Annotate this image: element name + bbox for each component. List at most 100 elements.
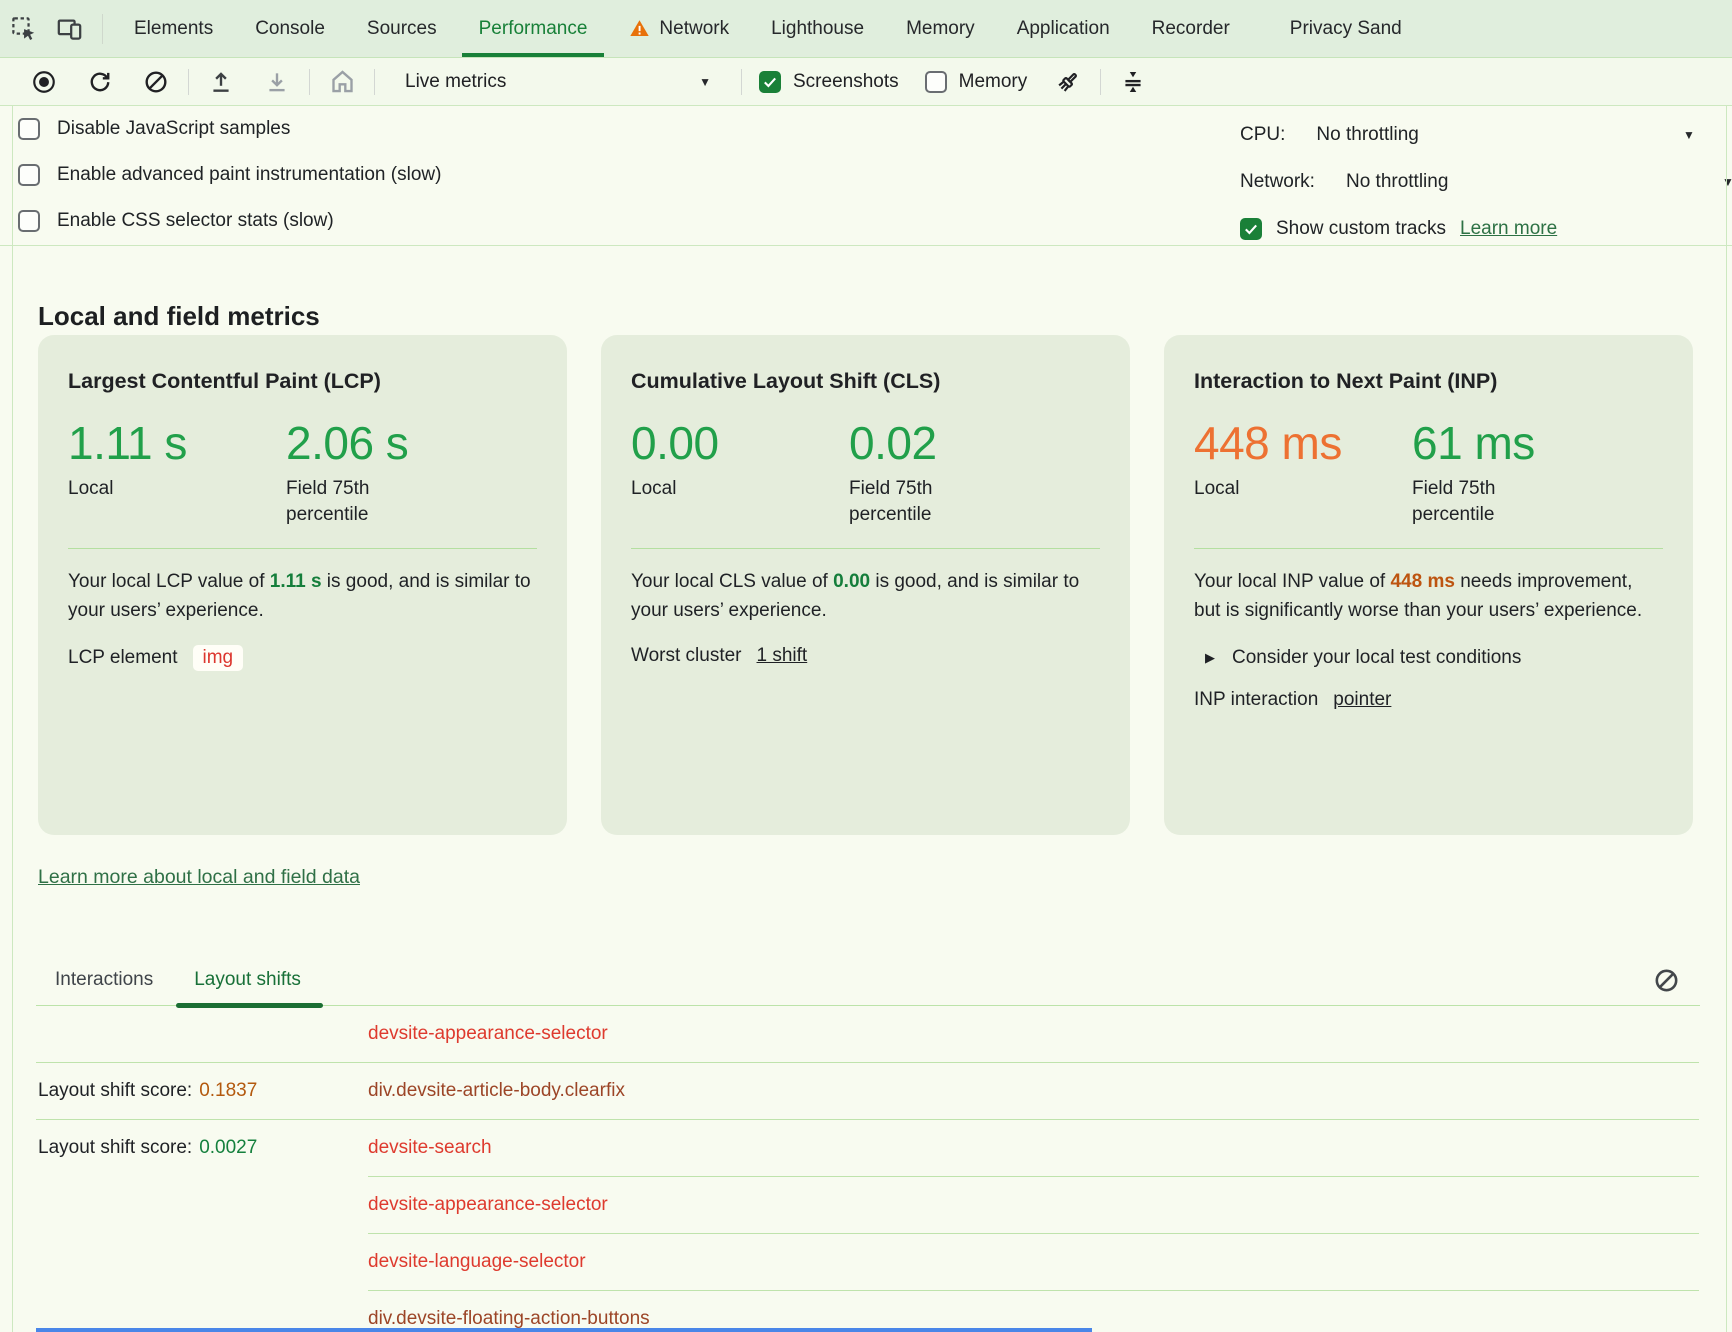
card-title: Cumulative Layout Shift (CLS) bbox=[631, 369, 1100, 394]
local-value: 1.11 s bbox=[68, 418, 286, 468]
cls-card: Cumulative Layout Shift (CLS) 0.00 Local… bbox=[601, 335, 1130, 835]
table-row[interactable]: Layout shift score: 0.0027 devsite-searc… bbox=[36, 1120, 1699, 1176]
tab-memory[interactable]: Memory bbox=[885, 0, 996, 57]
log-tabbar: Interactions Layout shifts bbox=[36, 955, 1700, 1006]
field-value-block: 0.02 Field 75th percentile bbox=[849, 418, 979, 528]
local-value-block: 448 ms Local bbox=[1194, 418, 1412, 528]
checkbox-unchecked-icon bbox=[925, 71, 947, 93]
checkbox-unchecked-icon[interactable] bbox=[18, 118, 40, 140]
chevron-down-icon: ▼ bbox=[699, 75, 711, 89]
tab-elements[interactable]: Elements bbox=[113, 0, 234, 57]
tab-console[interactable]: Console bbox=[234, 0, 346, 57]
memory-checkbox[interactable]: Memory bbox=[925, 71, 1028, 93]
performance-toolbar: Live metrics ▼ Screenshots Memory bbox=[0, 58, 1732, 106]
tab-privacy-sandbox[interactable]: Privacy Sand bbox=[1269, 0, 1423, 57]
download-profile-icon[interactable] bbox=[249, 58, 305, 105]
devtools-tabbar: Elements Console Sources Performance Net… bbox=[0, 0, 1732, 58]
learn-more-link[interactable]: Learn more bbox=[1460, 218, 1557, 240]
clear-log-icon[interactable] bbox=[1652, 966, 1680, 994]
garbage-collect-icon[interactable] bbox=[1040, 58, 1096, 105]
inspect-icon[interactable] bbox=[0, 1, 46, 57]
device-toolbar-icon[interactable] bbox=[46, 1, 92, 57]
field-value-block: 61 ms Field 75th percentile bbox=[1412, 418, 1542, 528]
metric-cards: Largest Contentful Paint (LCP) 1.11 s Lo… bbox=[38, 335, 1693, 835]
table-row[interactable]: devsite-appearance-selector bbox=[36, 1006, 1699, 1062]
worst-cluster-link[interactable]: 1 shift bbox=[757, 645, 808, 667]
card-title: Interaction to Next Paint (INP) bbox=[1194, 369, 1663, 394]
shift-element-link[interactable]: devsite-appearance-selector bbox=[368, 1023, 608, 1045]
reload-record-button[interactable] bbox=[72, 58, 128, 105]
field-value-block: 2.06 s Field 75th percentile bbox=[286, 418, 416, 528]
divider bbox=[741, 69, 742, 95]
lcp-element-link[interactable]: img bbox=[193, 645, 244, 671]
panel-mode-select[interactable]: Live metrics ▼ bbox=[379, 71, 737, 93]
tab-sources[interactable]: Sources bbox=[346, 0, 458, 57]
tab-performance[interactable]: Performance bbox=[458, 0, 609, 57]
tab-interactions[interactable]: Interactions bbox=[55, 955, 153, 1005]
tab-network[interactable]: Network bbox=[608, 0, 750, 57]
chevron-down-icon[interactable]: ▼ bbox=[1683, 128, 1695, 142]
home-icon[interactable] bbox=[314, 58, 370, 105]
clear-button[interactable] bbox=[128, 58, 184, 105]
warning-icon bbox=[629, 18, 650, 39]
checkbox-checked-icon bbox=[759, 71, 781, 93]
card-divider bbox=[631, 548, 1100, 549]
card-title: Largest Contentful Paint (LCP) bbox=[68, 369, 537, 394]
divider bbox=[374, 69, 375, 95]
local-value-block: 1.11 s Local bbox=[68, 418, 286, 528]
checkbox-unchecked-icon[interactable] bbox=[18, 210, 40, 232]
show-custom-tracks-checkbox[interactable]: Show custom tracks Learn more bbox=[1240, 209, 1557, 249]
network-throttling-select[interactable]: Network: No throttling bbox=[1240, 162, 1448, 202]
lcp-card: Largest Contentful Paint (LCP) 1.11 s Lo… bbox=[38, 335, 567, 835]
divider bbox=[102, 14, 103, 44]
inp-interaction-row: INP interaction pointer bbox=[1194, 689, 1663, 711]
panel-right-edge bbox=[1726, 106, 1727, 1332]
shift-element-link[interactable]: devsite-search bbox=[368, 1137, 492, 1159]
inp-interaction-link[interactable]: pointer bbox=[1333, 689, 1391, 711]
tab-recorder[interactable]: Recorder bbox=[1131, 0, 1251, 57]
table-row[interactable]: devsite-language-selector bbox=[36, 1234, 1699, 1290]
disable-js-samples-row[interactable]: Disable JavaScript samples bbox=[0, 106, 1732, 152]
record-button[interactable] bbox=[16, 58, 72, 105]
table-row[interactable]: Layout shift score: 0.1837 div.devsite-a… bbox=[36, 1063, 1699, 1119]
tab-application[interactable]: Application bbox=[996, 0, 1131, 57]
disclosure-triangle-icon: ▶ bbox=[1205, 650, 1215, 666]
inp-card: Interaction to Next Paint (INP) 448 ms L… bbox=[1164, 335, 1693, 835]
checkbox-unchecked-icon[interactable] bbox=[18, 164, 40, 186]
selected-row-highlight bbox=[36, 1328, 1092, 1332]
card-divider bbox=[68, 548, 537, 549]
table-row[interactable]: div.devsite-floating-action-buttons bbox=[36, 1291, 1699, 1332]
screenshots-checkbox[interactable]: Screenshots bbox=[759, 71, 899, 93]
divider bbox=[309, 69, 310, 95]
shift-element-link[interactable]: div.devsite-floating-action-buttons bbox=[368, 1308, 650, 1330]
card-description: Your local INP value of 448 ms needs imp… bbox=[1194, 567, 1663, 625]
shift-element-link[interactable]: devsite-language-selector bbox=[368, 1251, 586, 1273]
local-value: 0.00 bbox=[631, 418, 849, 468]
card-description: Your local CLS value of 0.00 is good, an… bbox=[631, 567, 1100, 625]
field-value: 61 ms bbox=[1412, 418, 1542, 468]
lcp-element-row: LCP element img bbox=[68, 645, 537, 671]
card-divider bbox=[1194, 548, 1663, 549]
tab-lighthouse[interactable]: Lighthouse bbox=[750, 0, 885, 57]
shift-score: 0.1837 bbox=[199, 1080, 257, 1102]
chevron-down-icon[interactable]: ▼ bbox=[1722, 175, 1732, 189]
local-test-conditions-disclosure[interactable]: ▶ Consider your local test conditions bbox=[1194, 647, 1663, 669]
tab-layout-shifts[interactable]: Layout shifts bbox=[194, 955, 301, 1005]
card-description: Your local LCP value of 1.11 s is good, … bbox=[68, 567, 537, 625]
layout-shifts-table: devsite-appearance-selector Layout shift… bbox=[36, 1006, 1699, 1332]
shift-element-link[interactable]: div.devsite-article-body.clearfix bbox=[368, 1080, 625, 1102]
local-value: 448 ms bbox=[1194, 418, 1412, 468]
learn-more-field-data-link[interactable]: Learn more about local and field data bbox=[38, 866, 360, 889]
devtools-performance-panel: Elements Console Sources Performance Net… bbox=[0, 0, 1732, 1332]
divider bbox=[1100, 69, 1101, 95]
divider bbox=[188, 69, 189, 95]
shift-score: 0.0027 bbox=[199, 1137, 257, 1159]
field-value: 0.02 bbox=[849, 418, 979, 468]
upload-profile-icon[interactable] bbox=[193, 58, 249, 105]
collapse-icon[interactable] bbox=[1105, 58, 1161, 105]
table-row[interactable]: devsite-appearance-selector bbox=[36, 1177, 1699, 1233]
shift-element-link[interactable]: devsite-appearance-selector bbox=[368, 1194, 608, 1216]
cpu-throttling-select[interactable]: CPU: No throttling bbox=[1240, 115, 1419, 155]
field-value: 2.06 s bbox=[286, 418, 416, 468]
advanced-paint-row[interactable]: Enable advanced paint instrumentation (s… bbox=[0, 152, 1732, 198]
